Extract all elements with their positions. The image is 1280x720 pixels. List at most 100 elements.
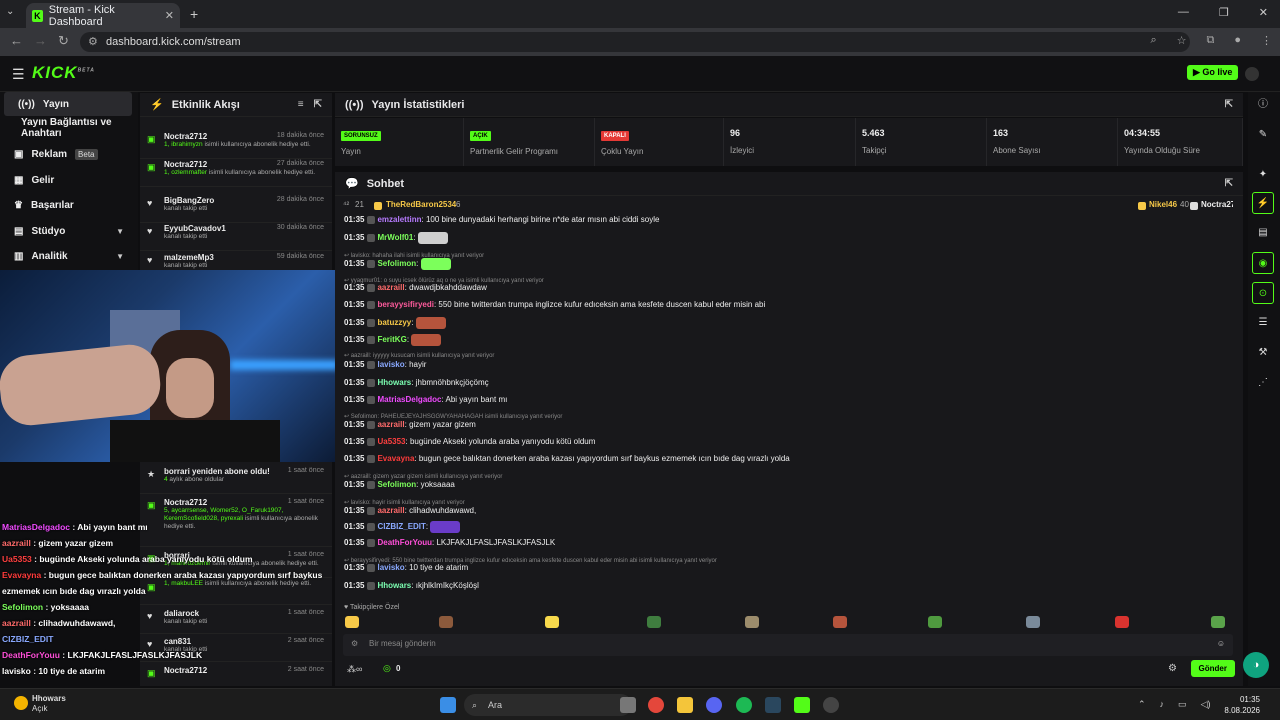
spotify-icon[interactable] (736, 697, 752, 713)
sidebar-item-gelir[interactable]: ▦ Gelir (0, 168, 138, 192)
kick-logo[interactable]: KICKBETA (32, 63, 95, 83)
weather-widget[interactable]: Hhowars Açık (14, 694, 66, 714)
popout-icon[interactable]: ⇱ (314, 99, 322, 110)
url-field[interactable]: ⚙ dashboard.kick.com/stream (80, 32, 1190, 52)
task-view-icon[interactable] (620, 697, 636, 713)
tab-list-chevron-icon[interactable]: ⌄ (6, 6, 14, 17)
chat-message[interactable]: 01:35 emzalettinn: 100 bine dunyadaki her… (344, 214, 659, 226)
chat-username[interactable]: aazraill (377, 420, 404, 429)
layers-icon[interactable]: ☰ (1252, 312, 1274, 334)
chat-username[interactable]: CIZBIZ_EDIT (377, 522, 425, 531)
emoji-icon[interactable]: ☺ (1217, 639, 1225, 648)
edit-icon[interactable]: ✎ (1252, 124, 1274, 146)
chat-message[interactable]: 01:35 aazraill: dwawdjbkahddawdaw (344, 282, 487, 294)
chat-username[interactable]: Hhowars (377, 581, 411, 590)
sidebar-item-reklam[interactable]: ▣ Reklam Beta (0, 142, 138, 166)
go-live-button[interactable]: ▶ Go live (1187, 65, 1239, 80)
taskbar-search[interactable]: ⌕ Ara (464, 694, 632, 716)
popout-icon[interactable]: ⇱ (1225, 178, 1233, 189)
close-window-icon[interactable]: ✕ (1259, 6, 1268, 19)
activity-item[interactable]: ▣ Noctra2712 27 dakika önce 1, ozlemmafter … (140, 157, 332, 187)
chat-username[interactable]: Sefolimon (377, 480, 416, 489)
emote[interactable] (928, 616, 942, 628)
chat-username[interactable]: Hhowars (377, 378, 411, 387)
chat-message[interactable]: 01:35 batuzzyy: (344, 317, 448, 329)
info-icon[interactable]: ⓘ (1252, 94, 1274, 116)
sidebar-item-stream-key[interactable]: Yayın Bağlantısı ve Anahtarı (0, 116, 138, 140)
chat-message[interactable]: 01:35 lavisko: 10 tiye de atarim (344, 562, 468, 574)
chat-message[interactable]: 01:35 Hhowars: jhbmnöhbnkçjöçömç (344, 377, 489, 389)
close-tab-icon[interactable]: ✕ (165, 9, 174, 22)
chat-message[interactable]: 01:35 lavisko: hayir (344, 359, 426, 371)
zoom-icon[interactable]: ⌕ (1150, 34, 1156, 47)
chat-icon[interactable]: ◉ (1252, 252, 1274, 274)
emote[interactable] (345, 616, 359, 628)
sidebar-item-analitik[interactable]: ▥ Analitik ▼ (0, 244, 138, 268)
file-explorer-icon[interactable] (677, 697, 693, 713)
chat-message[interactable]: 01:35 CIZBIZ_EDIT: (344, 521, 462, 533)
emote[interactable] (1211, 616, 1225, 628)
chat-username[interactable]: MatriasDelgadoc (377, 395, 441, 404)
chat-input[interactable]: ⚙ Bir mesaj gönderin ☺ (343, 634, 1233, 656)
sidebar-item-studyo[interactable]: ▤ Stüdyo ▼ (0, 219, 138, 243)
chat-username[interactable]: emzalettinn (377, 215, 421, 224)
emote[interactable] (1026, 616, 1040, 628)
filter-icon[interactable]: ≡ (298, 99, 304, 110)
minimize-icon[interactable]: — (1178, 6, 1189, 19)
clock[interactable]: 01:35 8.08.2026 (1224, 694, 1260, 716)
gear-icon[interactable]: ⚙ (1168, 663, 1177, 674)
kick-app-icon[interactable] (794, 697, 810, 713)
note-icon[interactable]: ▤ (1252, 222, 1274, 244)
emote[interactable] (1115, 616, 1129, 628)
chat-message[interactable]: 01:35 berayysifiryedi: 550 bine twitterda… (344, 299, 765, 311)
broadcast-icon[interactable]: ⊙ (1252, 282, 1274, 304)
lightning-icon[interactable]: ⚡ (1252, 192, 1274, 214)
shortcut-icon[interactable]: ✦ (1252, 164, 1274, 186)
chat-username[interactable]: aazraill (377, 506, 404, 515)
chat-message[interactable]: 01:35 aazraill: gizem yazar gizem (344, 419, 476, 431)
share-icon[interactable]: ⋰ (1252, 372, 1274, 394)
chat-username[interactable]: FeritKG (377, 335, 406, 344)
chat-username[interactable]: aazraill (377, 283, 404, 292)
chat-message[interactable]: 01:35 MrWolf01: (344, 232, 450, 244)
points-icon[interactable]: ⁂∞ (347, 664, 362, 675)
sidebar-item-yayin[interactable]: ((•)) Yayın (4, 92, 132, 116)
chat-message[interactable]: 01:35 FeritKG: (344, 334, 443, 346)
activity-item[interactable]: ♥ EyyubCavadov1 30 dakika önce kanalı takip… (140, 221, 332, 251)
chat-username[interactable]: berayysifiryedi (377, 300, 433, 309)
emote[interactable] (833, 616, 847, 628)
back-icon[interactable]: ← (10, 33, 23, 48)
chat-settings-icon[interactable]: ⚙ (351, 639, 358, 648)
top-chatter-name[interactable]: TheRedBaron2534 (386, 200, 456, 209)
chat-message[interactable]: 01:35 aazraill: clihadwuhdawawd, (344, 505, 476, 517)
reload-icon[interactable]: ↻ (58, 33, 69, 49)
chat-username[interactable]: lavisko (377, 360, 404, 369)
obs-icon[interactable] (823, 697, 839, 713)
steam-icon[interactable] (765, 697, 781, 713)
emote[interactable] (439, 616, 453, 628)
chat-message[interactable]: 01:35 MatriasDelgadoc: Abi yayın bant mı (344, 394, 507, 406)
chat-message[interactable]: 01:35 Ua5353: bugünde Akseki yolunda arab… (344, 436, 595, 448)
chat-username[interactable]: MrWolf01 (377, 233, 413, 242)
emote[interactable] (745, 616, 759, 628)
chat-message[interactable]: 01:35 Evavayna: bugun gece balıktan doner… (344, 453, 790, 465)
chat-message[interactable]: 01:35 Hhowars: ıkjhlkImIkçKöşlöşl (344, 580, 479, 592)
avatar[interactable] (1245, 67, 1259, 81)
chat-username[interactable]: Sefolimon (377, 259, 416, 268)
chrome-icon[interactable] (648, 697, 664, 713)
chat-message[interactable]: 01:35 Sefolimon: yoksaaaa (344, 479, 455, 491)
bookmark-star-icon[interactable]: ☆ (1177, 34, 1187, 47)
top-chatter-name[interactable]: Nikel46 (1149, 200, 1177, 209)
menu-dots-icon[interactable]: ⋮ (1261, 34, 1272, 47)
forward-icon[interactable]: → (34, 33, 47, 48)
hamburger-menu-icon[interactable]: ☰ (12, 66, 25, 83)
wrench-icon[interactable]: ⚒ (1252, 342, 1274, 364)
chat-username[interactable]: Ua5353 (377, 437, 405, 446)
chat-username[interactable]: lavisko (377, 563, 404, 572)
activity-item[interactable]: ▣ Noctra2712 18 dakika önce 1, ibrahimyzn i… (140, 129, 332, 159)
chat-username[interactable]: batuzzyy (377, 318, 411, 327)
microphone-icon[interactable]: ♪ (1160, 699, 1165, 710)
discord-icon[interactable] (706, 697, 722, 713)
emote[interactable] (545, 616, 559, 628)
windows-start-icon[interactable] (440, 697, 456, 713)
